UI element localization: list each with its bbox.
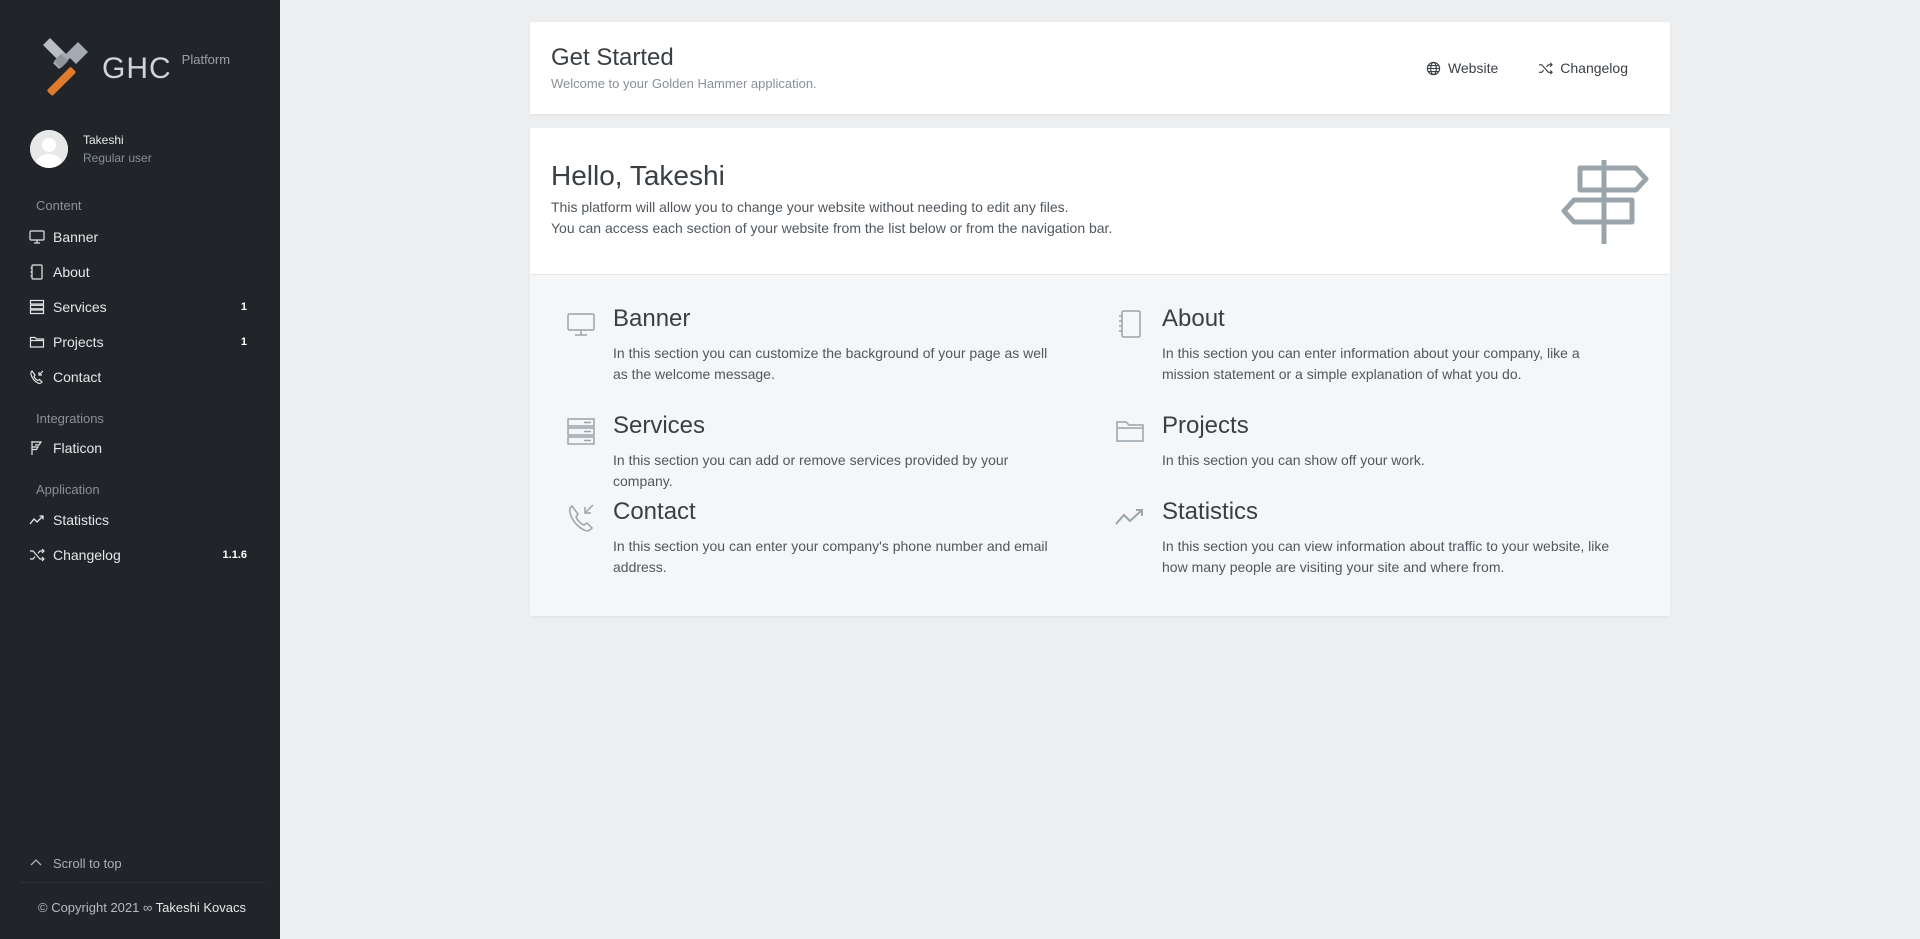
folder-icon	[29, 334, 45, 350]
feature-description: In this section you can enter informatio…	[1162, 345, 1580, 382]
monitor-icon	[567, 313, 595, 336]
scroll-to-top-button[interactable]: Scroll to top	[29, 855, 122, 871]
author-link[interactable]: Takeshi Kovacs	[156, 900, 246, 915]
sidebar-item-flaticon[interactable]: Flaticon	[0, 433, 280, 463]
server-icon	[29, 299, 45, 315]
sections-grid: Banner In this section you can customize…	[530, 274, 1670, 616]
copyright-text: © Copyright 2021 ∞	[38, 900, 153, 915]
copyright: © Copyright 2021 ∞ Takeshi Kovacs	[38, 900, 246, 915]
chevron-up-icon	[29, 855, 45, 871]
user-profile[interactable]: Takeshi Regular user	[30, 130, 152, 168]
sidebar-item-changelog[interactable]: Changelog 1.1.6	[0, 540, 280, 570]
sidebar-item-label: Statistics	[53, 512, 110, 528]
phone-incoming-icon	[29, 369, 45, 385]
signpost-icon	[1561, 160, 1649, 244]
brand-name: GHC	[102, 52, 172, 85]
sidebar: GHC Platform Takeshi Regular user Conten…	[0, 0, 280, 939]
section-title-integrations: Integrations	[36, 411, 104, 426]
notebook-icon	[29, 264, 45, 280]
page-title: Get Started	[551, 44, 674, 71]
section-title-content: Content	[36, 198, 82, 213]
intro-text-line1: This platform will allow you to change y…	[551, 199, 1069, 215]
flag-icon	[29, 440, 45, 456]
feature-title: Contact	[613, 498, 696, 525]
feature-title: About	[1162, 305, 1225, 332]
sidebar-item-services[interactable]: Services 1	[0, 292, 280, 322]
welcome-card: Hello, Takeshi This platform will allow …	[530, 128, 1670, 616]
sidebar-item-label: Banner	[53, 229, 99, 245]
sidebar-item-label: Flaticon	[53, 440, 103, 456]
avatar	[30, 130, 68, 168]
feature-description: In this section you can view information…	[1162, 538, 1610, 575]
sidebar-item-banner[interactable]: Banner	[0, 222, 280, 252]
sidebar-item-projects[interactable]: Projects 1	[0, 327, 280, 357]
section-title-application: Application	[36, 482, 100, 497]
user-role: Regular user	[83, 151, 152, 165]
notebook-icon	[1119, 310, 1141, 338]
user-name: Takeshi	[83, 133, 124, 147]
sidebar-item-statistics[interactable]: Statistics	[0, 505, 280, 535]
feature-description: In this section you can add or remove se…	[613, 452, 1009, 489]
count-badge: 1	[240, 336, 247, 348]
website-link-label: Website	[1447, 60, 1499, 76]
sidebar-item-label: Services	[53, 299, 107, 315]
sidebar-item-label: Projects	[53, 334, 104, 350]
changelog-link[interactable]: Changelog	[1538, 60, 1628, 76]
feature-description: In this section you can enter your compa…	[613, 538, 1048, 575]
feature-title: Projects	[1162, 412, 1249, 439]
count-badge: 1	[240, 301, 247, 313]
version-badge: 1.1.6	[222, 549, 247, 561]
shuffle-icon	[1538, 60, 1554, 76]
scroll-to-top-label: Scroll to top	[53, 855, 122, 871]
trending-icon	[29, 512, 45, 528]
shuffle-icon	[29, 547, 45, 563]
phone-incoming-icon	[569, 504, 594, 532]
trending-icon	[1115, 509, 1143, 525]
hammer-logo-icon	[43, 38, 88, 96]
sidebar-item-label: Changelog	[53, 547, 121, 563]
feature-title: Banner	[613, 305, 691, 332]
server-icon	[567, 418, 595, 445]
feature-description: In this section you can customize the ba…	[613, 345, 1048, 382]
get-started-card: Get Started Welcome to your Golden Hamme…	[530, 22, 1670, 114]
monitor-icon	[29, 229, 45, 245]
greeting-heading: Hello, Takeshi	[551, 160, 725, 191]
globe-icon	[1426, 60, 1442, 76]
brand[interactable]: GHC Platform	[26, 34, 230, 104]
feature-title: Services	[613, 412, 706, 439]
sidebar-item-contact[interactable]: Contact	[0, 362, 280, 392]
sidebar-item-label: Contact	[53, 369, 102, 385]
intro-text-line2: You can access each section of your webs…	[551, 220, 1113, 236]
header-links: Website Changelog	[1426, 60, 1628, 76]
page-subtitle: Welcome to your Golden Hammer applicatio…	[551, 76, 817, 91]
website-link[interactable]: Website	[1426, 60, 1498, 76]
brand-subtitle: Platform	[181, 52, 231, 67]
user-silhouette-icon	[30, 130, 68, 168]
sidebar-item-about[interactable]: About	[0, 257, 280, 287]
feature-title: Statistics	[1162, 498, 1259, 525]
divider	[20, 882, 265, 883]
folder-icon	[1116, 421, 1144, 442]
changelog-link-label: Changelog	[1560, 60, 1628, 76]
sidebar-item-label: About	[53, 264, 90, 280]
feature-description: In this section you can show off your wo…	[1162, 452, 1425, 468]
